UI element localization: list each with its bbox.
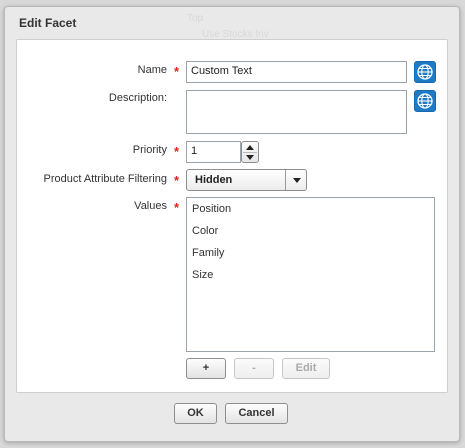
remove-value-button[interactable]: - xyxy=(234,358,274,379)
priority-label: Priority xyxy=(132,144,167,156)
values-list[interactable]: Position Color Family Size xyxy=(186,197,435,352)
background-hint-text: Top xyxy=(187,13,204,24)
globe-icon xyxy=(417,64,433,80)
name-field[interactable]: Custom Text xyxy=(186,61,407,83)
dialog-title: Edit Facet xyxy=(19,16,77,30)
list-item[interactable]: Position xyxy=(192,203,231,215)
list-item[interactable]: Color xyxy=(192,225,218,237)
form-panel: Name * Custom Text Description: Priority… xyxy=(16,39,448,393)
required-marker: * xyxy=(174,144,180,159)
select-value: Hidden xyxy=(195,174,233,186)
add-value-button[interactable]: + xyxy=(186,358,226,379)
required-marker: * xyxy=(174,200,180,215)
list-item[interactable]: Family xyxy=(192,247,224,259)
translate-description-button[interactable] xyxy=(414,90,436,112)
product-attribute-filtering-select[interactable]: Hidden xyxy=(186,169,307,191)
translate-name-button[interactable] xyxy=(414,61,436,83)
list-item[interactable]: Size xyxy=(192,269,213,281)
edit-value-button[interactable]: Edit xyxy=(282,358,330,379)
description-field[interactable] xyxy=(186,90,407,134)
priority-stepper[interactable] xyxy=(241,141,259,163)
name-label: Name xyxy=(137,64,167,76)
description-label: Description: xyxy=(108,92,167,104)
required-marker: * xyxy=(174,173,180,188)
globe-icon xyxy=(417,93,433,109)
required-marker: * xyxy=(174,64,180,79)
priority-field[interactable]: 1 xyxy=(186,141,241,163)
values-label: Values xyxy=(134,200,167,212)
product-attribute-filtering-label: Product Attribute Filtering xyxy=(43,173,167,185)
edit-facet-dialog: Edit Facet Top Use Stocks Inv Name * Cus… xyxy=(4,6,460,442)
cancel-button[interactable]: Cancel xyxy=(225,403,288,424)
triangle-up-icon[interactable] xyxy=(242,142,258,152)
ok-button[interactable]: OK xyxy=(174,403,217,424)
triangle-down-icon xyxy=(293,178,301,183)
select-divider xyxy=(285,170,286,190)
triangle-down-icon[interactable] xyxy=(242,153,258,163)
